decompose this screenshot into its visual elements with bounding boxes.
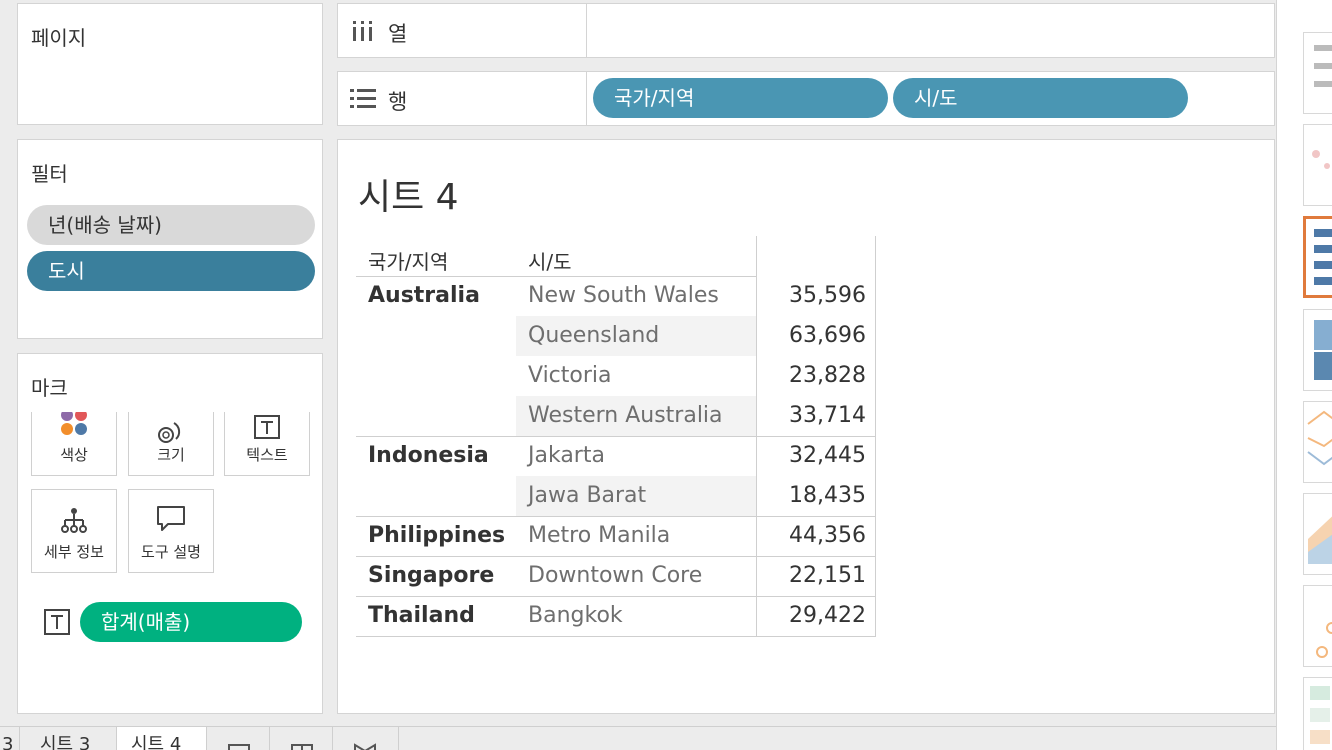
view-canvas: 시트 4 국가/지역 시/도 Australia New South Wales 3… [337,139,1275,714]
header-city: 시/도 [528,250,572,274]
new-story-button[interactable] [333,727,399,750]
chart-thumb-map[interactable] [1303,124,1332,206]
sheet-tab[interactable]: 3 [0,727,20,750]
marks-title: 마크 [31,376,68,400]
city-cell[interactable]: Western Australia [528,396,723,436]
header-country: 국가/지역 [368,250,449,274]
city-cell[interactable]: Jakarta [528,436,605,476]
sheet-tab-active[interactable]: 시트 4 [117,727,207,750]
sheet-tab-bar: 3 시트 3 시트 4 [0,726,1276,750]
filter-pill-city[interactable]: 도시 [27,251,315,291]
measure-pill-sum-sales[interactable]: 합계(매출) [80,602,302,642]
tooltip-button[interactable]: 도구 설명 [128,489,214,573]
sales-value-cell[interactable]: 32,445 [758,436,866,476]
city-cell[interactable]: Victoria [528,356,612,396]
tooltip-button-label: 도구 설명 [141,543,201,561]
crosstab: 국가/지역 시/도 Australia New South Wales 35,596… [356,236,878,638]
rows-pill-city[interactable]: 시/도 [893,78,1188,118]
sales-value-cell[interactable]: 33,714 [758,396,866,436]
circle-chart-icon [1316,622,1332,658]
shelf-divider [586,72,587,125]
city-cell[interactable]: Bangkok [528,596,623,636]
chart-thumb-treemap[interactable] [1303,677,1332,750]
city-cell[interactable]: Queensland [528,316,659,356]
text-icon [254,415,280,439]
sheet-title: 시트 4 [358,177,459,218]
chart-thumb-circles[interactable] [1303,585,1332,667]
rows-shelf-label: 행 [388,90,408,114]
sales-value-cell[interactable]: 18,435 [758,476,866,516]
city-cell[interactable]: Downtown Core [528,556,702,596]
header-divider [356,276,756,277]
rows-pill-country[interactable]: 국가/지역 [593,78,888,118]
detail-button[interactable]: 세부 정보 [31,489,117,573]
chart-thumb-heatmap[interactable] [1303,309,1332,391]
sales-value-cell[interactable]: 23,828 [758,356,866,396]
size-icon [158,422,181,443]
sales-value-cell[interactable]: 63,696 [758,316,866,356]
city-cell[interactable]: New South Wales [528,276,719,316]
color-dots-icon [61,412,87,435]
country-cell[interactable]: Philippines [368,516,518,556]
country-cell[interactable]: Australia [368,276,518,316]
country-cell[interactable]: Indonesia [368,436,518,476]
text-button[interactable]: 텍스트 [224,412,310,476]
chart-thumb-highlight-table[interactable] [1303,216,1332,298]
color-button-label: 색상 [60,446,88,464]
city-cell[interactable]: Metro Manila [528,516,670,556]
detail-button-label: 세부 정보 [44,543,104,561]
value-column-border [756,236,757,636]
sales-value-cell[interactable]: 35,596 [758,276,866,316]
show-me-panel [1276,0,1332,750]
text-icon [44,609,70,635]
filters-title: 필터 [31,162,68,186]
new-story-icon [354,743,376,750]
sheet-tab[interactable]: 시트 3 [20,727,117,750]
size-button[interactable]: 크기 [128,412,214,476]
shelf-divider [586,4,587,57]
sales-value-cell[interactable]: 29,422 [758,596,866,636]
rows-shelf: 행 국가/지역 시/도 [337,71,1275,126]
columns-shelf-label: 열 [388,22,408,46]
country-cell[interactable]: Thailand [368,596,518,636]
new-dashboard-button[interactable] [270,727,333,750]
pages-title: 페이지 [31,26,87,50]
chart-thumb-lines[interactable] [1303,401,1332,483]
table-bottom-border [356,636,876,637]
area-chart-icon [1308,516,1332,564]
tooltip-icon [157,506,185,531]
sales-value-cell[interactable]: 44,356 [758,516,866,556]
value-column-border [875,236,876,636]
chart-thumb-text-table[interactable] [1303,32,1332,114]
marks-card: 마크 색상 크기 텍스트 세부 정보 도구 설명 합계(매출) [17,353,323,714]
country-cell[interactable]: Singapore [368,556,518,596]
city-cell[interactable]: Jawa Barat [528,476,646,516]
detail-icon [61,508,87,533]
pages-card: 페이지 [17,3,323,125]
new-sheet-button[interactable] [207,727,270,750]
filters-card: 필터 년(배송 날짜) 도시 [17,139,323,339]
filter-pill-ship-year[interactable]: 년(배송 날짜) [27,205,315,245]
columns-icon [353,21,372,41]
line-chart-icon [1307,410,1332,466]
chart-thumb-area[interactable] [1303,493,1332,575]
columns-shelf: 열 [337,3,1275,58]
text-button-label: 텍스트 [246,446,288,464]
sales-value-cell[interactable]: 22,151 [758,556,866,596]
rows-icon [350,89,376,108]
new-dashboard-icon [291,744,313,750]
new-worksheet-icon [228,744,250,750]
size-button-label: 크기 [157,446,185,464]
color-button[interactable]: 색상 [31,412,117,476]
